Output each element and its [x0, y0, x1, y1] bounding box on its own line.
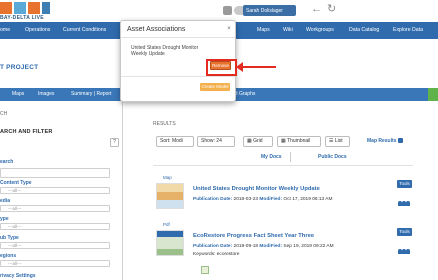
- content-type-select[interactable]: ---all---: [0, 187, 110, 194]
- result-thumbnail[interactable]: [156, 230, 184, 256]
- arrow-head-icon: [236, 62, 243, 72]
- close-icon[interactable]: ×: [225, 25, 233, 33]
- keywords-label: Keywords:: [193, 252, 216, 257]
- tab-public-docs[interactable]: Public Docs: [318, 154, 347, 160]
- tab-divider: [290, 152, 291, 162]
- publication-date-label: Publication Date:: [193, 197, 233, 202]
- logo-tagline: BAY-DELTA LIVE: [0, 15, 44, 21]
- sort-select[interactable]: Sort: Modi: [156, 136, 194, 147]
- publication-date-label: Publication Date:: [193, 244, 233, 249]
- associated-asset-name: United States Drought Monitor Weekly Upd…: [131, 45, 199, 57]
- subnav-summary-report[interactable]: Summary | Report: [71, 88, 111, 101]
- remove-highlight-box: [206, 59, 237, 76]
- help-button[interactable]: ?: [110, 138, 119, 147]
- attachment-icon[interactable]: [201, 266, 209, 274]
- result-thumbnail[interactable]: [156, 183, 184, 209]
- modified-label: ModiFied:: [259, 197, 283, 202]
- modal-divider: [121, 76, 235, 77]
- sub-type-label: ub Type: [0, 235, 19, 241]
- grid-view-button[interactable]: ▦ Grid: [243, 136, 273, 147]
- results-heading: RESULTS: [153, 121, 176, 127]
- result-keywords: Keywords: ecorestore: [193, 252, 239, 257]
- regions-select[interactable]: ---all---: [0, 260, 110, 267]
- type-select[interactable]: ---all---: [0, 223, 110, 230]
- modal-divider: [121, 37, 235, 38]
- search-label: earch: [0, 159, 14, 165]
- content-type-label: Content Type: [0, 180, 32, 186]
- result-item: Pdf EcoRestore Progress Fact Sheet Year …: [153, 219, 423, 279]
- people-icon[interactable]: [398, 201, 410, 207]
- search-filter-sidebar: CH ARCH AND FILTER ? earch Content Type …: [0, 101, 123, 280]
- grid-icon: ▦: [247, 138, 252, 144]
- nav-item-wiki[interactable]: Wiki: [283, 22, 293, 39]
- user-menu-button[interactable]: Sarah Dolislager: [243, 5, 296, 16]
- result-meta: Publication Date: 2018-03-23 ModiFied: O…: [193, 197, 333, 202]
- result-item: Map United States Drought Monitor Weekly…: [153, 172, 423, 216]
- nav-item-maps[interactable]: Maps: [257, 22, 270, 39]
- publication-date: 2019-09-18: [233, 244, 259, 249]
- tools-button[interactable]: Tools: [397, 180, 412, 188]
- thumbnail-icon: ▦: [281, 138, 286, 144]
- nav-item-current-conditions[interactable]: Current Conditions: [63, 22, 106, 39]
- thumbnail-view-label: Thumbnail: [287, 138, 311, 144]
- subnav-maps[interactable]: Maps: [12, 88, 24, 101]
- result-title[interactable]: United States Drought Monitor Weekly Upd…: [193, 186, 320, 192]
- keywords-value: ecorestore: [216, 252, 240, 257]
- subnav-green-button[interactable]: [428, 88, 438, 101]
- back-arrow-icon[interactable]: ←: [311, 4, 322, 15]
- tools-button[interactable]: Tools: [397, 228, 412, 236]
- nav-item-workgroups[interactable]: Workgroups: [306, 22, 334, 39]
- sidebar-heading: CH: [0, 111, 8, 117]
- modified-label: ModiFied:: [259, 244, 283, 249]
- list-icon: ☰: [329, 138, 334, 144]
- map-results-toggle[interactable]: Map Results: [367, 138, 404, 144]
- regions-label: egions: [0, 253, 17, 259]
- result-type: Pdf: [163, 222, 170, 227]
- privacy-settings-label: rivacy Settings: [0, 273, 36, 279]
- logo-mark: [0, 2, 50, 14]
- refresh-icon[interactable]: ↻: [327, 4, 336, 15]
- sub-type-select[interactable]: ---all---: [0, 242, 110, 249]
- media-label: edia: [0, 198, 11, 204]
- nav-item-home[interactable]: ome: [0, 22, 10, 39]
- modified-date: Oct 17, 2019 06:13 AM: [283, 197, 333, 202]
- project-title: T PROJECT: [0, 64, 39, 71]
- map-results-label: Map Results: [367, 138, 397, 144]
- modal-title: Asset Associations: [127, 26, 186, 33]
- list-view-button[interactable]: ☰ List: [325, 136, 350, 147]
- media-select[interactable]: ---all---: [0, 205, 110, 212]
- publication-date: 2018-03-23: [233, 197, 259, 202]
- search-input[interactable]: [0, 168, 110, 178]
- show-select[interactable]: Show: 24: [197, 136, 235, 147]
- sidebar-title: ARCH AND FILTER: [0, 129, 53, 135]
- nav-item-explore-data[interactable]: Explore Data: [393, 22, 423, 39]
- tab-my-docs[interactable]: My Docs: [261, 154, 282, 160]
- grid-view-label: Grid: [253, 138, 263, 144]
- result-meta: Publication Date: 2019-09-18 ModiFied: S…: [193, 244, 334, 249]
- logo[interactable]: BAY-DELTA LIVE: [0, 2, 62, 21]
- user-name: Sarah Dolislager: [246, 7, 283, 14]
- result-title[interactable]: EcoRestore Progress Fact Sheet Year Thre…: [193, 233, 314, 239]
- top-bar: BAY-DELTA LIVE Sarah Dolislager ← ↻: [0, 0, 438, 22]
- nav-item-data-catalog[interactable]: Data Catalog: [349, 22, 379, 39]
- results-divider: [153, 165, 413, 166]
- modified-date: Sep 19, 2019 09:22 AM: [283, 244, 334, 249]
- print-icon[interactable]: [223, 6, 232, 15]
- subnav-images[interactable]: Images: [38, 88, 54, 101]
- annotation-arrow: [240, 66, 276, 68]
- create-model-button[interactable]: Create Model: [200, 83, 230, 91]
- list-view-label: List: [334, 138, 343, 144]
- result-type: Map: [163, 175, 172, 180]
- checkbox-icon: [398, 138, 404, 144]
- thumbnail-view-button[interactable]: ▦ Thumbnail: [277, 136, 321, 147]
- type-label: ype: [0, 216, 9, 222]
- nav-item-operations[interactable]: Operations: [25, 22, 50, 39]
- people-icon[interactable]: [398, 249, 410, 255]
